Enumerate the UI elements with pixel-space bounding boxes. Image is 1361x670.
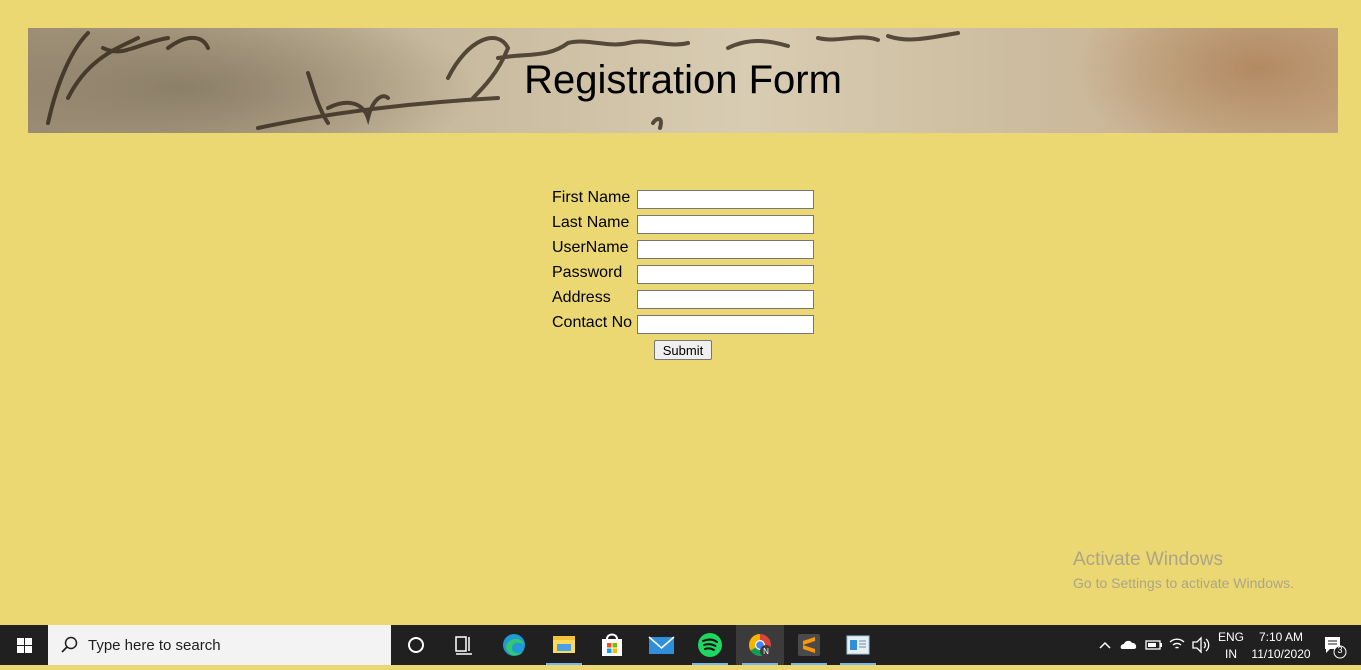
contact-no-label: Contact No	[552, 314, 633, 331]
password-label: Password	[552, 264, 623, 281]
language-code: ENG	[1217, 630, 1244, 644]
edge-button[interactable]	[490, 625, 538, 665]
file-explorer-button[interactable]	[540, 625, 588, 665]
sublime-text-button[interactable]	[785, 625, 833, 665]
action-center-button[interactable]: 3	[1320, 625, 1350, 665]
task-view-icon	[455, 636, 472, 655]
speaker-icon	[1192, 636, 1210, 654]
mail-button[interactable]	[637, 625, 685, 665]
region-code: IN	[1225, 647, 1237, 661]
address-row: Address	[552, 288, 852, 313]
onedrive-button[interactable]	[1118, 625, 1140, 665]
cortana-button[interactable]	[392, 625, 440, 665]
windows-logo-icon	[17, 638, 32, 653]
username-row: UserName	[552, 238, 852, 263]
task-view-button[interactable]	[440, 625, 488, 665]
mail-envelope-icon	[648, 636, 675, 654]
search-icon	[61, 636, 78, 653]
taskbar-search-box[interactable]: Type here to search	[48, 625, 391, 665]
chevron-up-icon	[1099, 641, 1111, 649]
address-label: Address	[552, 289, 611, 306]
svg-text:N: N	[763, 647, 769, 656]
show-hidden-icons-button[interactable]	[1095, 625, 1115, 665]
page-title: Registration Form	[524, 58, 842, 102]
cortana-circle-icon	[408, 637, 424, 653]
volume-button[interactable]	[1190, 625, 1212, 665]
battery-button[interactable]	[1142, 625, 1164, 665]
header-banner: Registration Form	[28, 28, 1338, 133]
clock-time: 7:10 AM	[1258, 630, 1304, 644]
start-button[interactable]	[0, 625, 48, 665]
clock-date: 11/10/2020	[1251, 647, 1311, 661]
sublime-text-icon	[798, 634, 820, 656]
first-name-label: First Name	[552, 189, 631, 206]
app-window-button[interactable]	[834, 625, 882, 665]
taskbar: Type here to search N ENG IN 7:10 AM 11/…	[0, 625, 1361, 665]
contact-no-row: Contact No	[552, 313, 852, 338]
first-name-input[interactable]	[637, 190, 814, 209]
address-input[interactable]	[637, 290, 814, 309]
username-input[interactable]	[637, 240, 814, 259]
password-row: Password	[552, 263, 852, 288]
last-name-label: Last Name	[552, 214, 630, 231]
language-indicator[interactable]: ENG IN	[1214, 629, 1248, 663]
watermark-title: Activate Windows	[1073, 549, 1223, 570]
username-label: UserName	[552, 239, 629, 256]
microsoft-store-button[interactable]	[588, 625, 636, 665]
clock[interactable]: 7:10 AM 11/10/2020	[1250, 629, 1312, 663]
last-name-row: Last Name	[552, 213, 852, 238]
wifi-button[interactable]	[1166, 625, 1188, 665]
battery-icon	[1145, 640, 1162, 650]
spotify-icon	[698, 633, 722, 657]
watermark-subtitle: Go to Settings to activate Windows.	[1073, 575, 1294, 591]
notification-count: 3	[1337, 645, 1343, 655]
chrome-button[interactable]: N	[736, 625, 784, 665]
cloud-icon	[1120, 640, 1137, 649]
last-name-input[interactable]	[637, 215, 814, 234]
spotify-button[interactable]	[686, 625, 734, 665]
search-placeholder: Type here to search	[88, 637, 221, 654]
first-name-row: First Name	[552, 188, 852, 213]
password-input[interactable]	[637, 265, 814, 284]
activate-windows-watermark: Activate Windows Go to Settings to activ…	[1073, 549, 1294, 591]
store-bag-icon	[602, 633, 622, 656]
contact-no-input[interactable]	[637, 315, 814, 334]
wifi-icon	[1169, 638, 1185, 649]
notification-icon	[1325, 637, 1347, 659]
chrome-icon: N	[749, 634, 772, 657]
submit-button[interactable]: Submit	[654, 340, 712, 360]
folder-icon	[553, 636, 575, 653]
app-window-icon	[846, 635, 870, 655]
edge-icon	[503, 634, 525, 656]
